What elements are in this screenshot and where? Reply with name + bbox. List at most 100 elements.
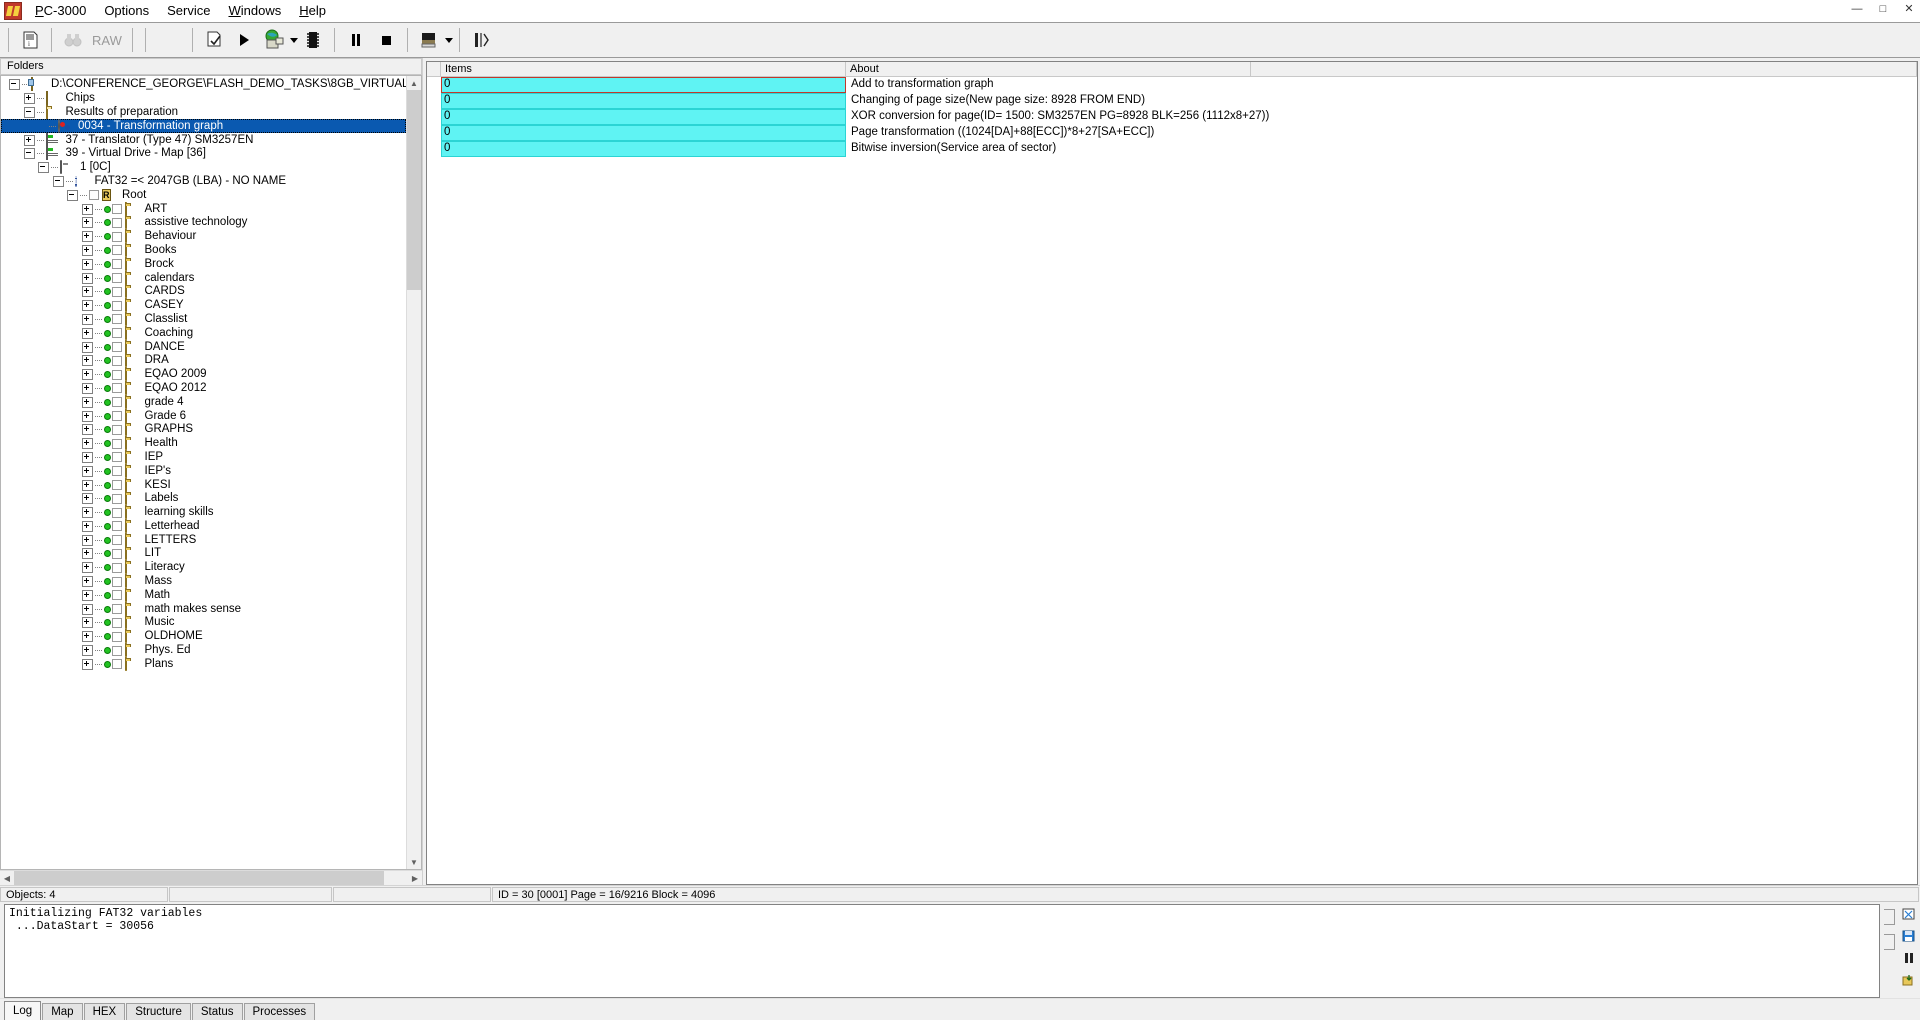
tree-hscroll-left-icon[interactable]: ◀ <box>0 871 14 885</box>
globe-drive-icon[interactable] <box>259 26 289 54</box>
expand-plus-icon[interactable] <box>82 411 93 422</box>
tree-item[interactable]: Brock <box>1 257 406 271</box>
tree-item[interactable]: Math <box>1 588 406 602</box>
tree-item-checkbox[interactable] <box>112 508 122 518</box>
tree-hscroll-thumb[interactable] <box>14 871 384 885</box>
sector-view-icon[interactable] <box>466 26 496 54</box>
expand-plus-icon[interactable] <box>82 617 93 628</box>
tree-item[interactable]: IEP <box>1 451 406 465</box>
column-header-about[interactable]: About <box>846 62 1251 77</box>
tree-item[interactable]: EQAO 2012 <box>1 382 406 396</box>
tree-item[interactable]: learning skills <box>1 506 406 520</box>
expand-plus-icon[interactable] <box>82 342 93 353</box>
cell-items-value[interactable]: 0 <box>441 141 846 157</box>
expand-plus-icon[interactable] <box>82 535 93 546</box>
expand-plus-icon[interactable] <box>82 493 93 504</box>
tree-item-checkbox[interactable] <box>112 342 122 352</box>
expand-plus-icon[interactable] <box>82 604 93 615</box>
tree-item[interactable]: math makes sense <box>1 602 406 616</box>
expand-plus-icon[interactable] <box>82 438 93 449</box>
expand-plus-icon[interactable] <box>82 245 93 256</box>
tree-item-checkbox[interactable] <box>112 535 122 545</box>
expand-plus-icon[interactable] <box>82 204 93 215</box>
tree-item-checkbox[interactable] <box>112 466 122 476</box>
tree-item[interactable]: Classlist <box>1 313 406 327</box>
tree-item-checkbox[interactable] <box>112 273 122 283</box>
expand-plus-icon[interactable] <box>82 507 93 518</box>
tree-item-checkbox[interactable] <box>112 328 122 338</box>
tree-item-selected[interactable]: 0034 - Transformation graph <box>1 119 406 133</box>
collapse-minus-icon[interactable] <box>9 79 20 90</box>
expand-plus-icon[interactable] <box>82 328 93 339</box>
tree-item[interactable]: Letterhead <box>1 520 406 534</box>
expand-plus-icon[interactable] <box>82 590 93 601</box>
tree-item-checkbox[interactable] <box>112 521 122 531</box>
tree-item[interactable]: Literacy <box>1 561 406 575</box>
stop-icon[interactable] <box>371 26 401 54</box>
collapse-minus-icon[interactable] <box>67 190 78 201</box>
tree-item-checkbox[interactable] <box>112 632 122 642</box>
expand-plus-icon[interactable] <box>82 369 93 380</box>
tree-item-checkbox[interactable] <box>112 204 122 214</box>
tree-item[interactable]: Chips <box>1 92 406 106</box>
pause-icon[interactable] <box>341 26 371 54</box>
cell-items-value[interactable]: 0 <box>441 93 846 109</box>
tree-item-checkbox[interactable] <box>112 590 122 600</box>
tree-item-checkbox[interactable] <box>112 659 122 669</box>
collapse-minus-icon[interactable] <box>53 176 64 187</box>
expand-plus-icon[interactable] <box>82 314 93 325</box>
tree-item[interactable]: DANCE <box>1 340 406 354</box>
maximize-icon[interactable]: □ <box>1876 2 1890 16</box>
tree-item-checkbox[interactable] <box>112 287 122 297</box>
tree-item[interactable]: RRoot <box>1 188 406 202</box>
tree-item-checkbox[interactable] <box>112 301 122 311</box>
tree-item[interactable]: LIT <box>1 547 406 561</box>
minimize-icon[interactable]: — <box>1850 2 1864 16</box>
tree-item[interactable]: GRAPHS <box>1 423 406 437</box>
table-row[interactable]: 0XOR conversion for page(ID= 1500: SM325… <box>427 109 1917 125</box>
table-row[interactable]: 0Page transformation ((1024[DA]+88[ECC])… <box>427 125 1917 141</box>
tree-item-checkbox[interactable] <box>112 452 122 462</box>
tree-scroll-thumb[interactable] <box>407 90 421 290</box>
expand-plus-icon[interactable] <box>82 480 93 491</box>
tree-horizontal-scrollbar[interactable]: ◀ ▶ <box>0 870 422 885</box>
tree-scroll-track[interactable] <box>407 290 421 855</box>
tree-item-checkbox[interactable] <box>112 604 122 614</box>
log-output[interactable]: Initializing FAT32 variables ...DataStar… <box>4 904 1880 998</box>
column-header-items[interactable]: Items <box>441 62 846 77</box>
tree-vertical-scrollbar[interactable]: ▲ ▼ <box>406 76 421 869</box>
document-info-icon[interactable]: i <box>15 26 45 54</box>
column-header-gutter[interactable] <box>427 62 441 77</box>
expand-plus-icon[interactable] <box>82 286 93 297</box>
cell-items-value[interactable]: 0 <box>441 77 846 93</box>
tree-item[interactable]: CARDS <box>1 285 406 299</box>
expand-plus-icon[interactable] <box>24 135 35 146</box>
tree-item-checkbox[interactable] <box>112 425 122 435</box>
tree-item-checkbox[interactable] <box>112 314 122 324</box>
folders-tree[interactable]: D:\CONFERENCE_GEORGE\FLASH_DEMO_TASKS\8G… <box>1 76 406 869</box>
tree-scroll-down-icon[interactable]: ▼ <box>407 855 421 869</box>
tree-item-checkbox[interactable] <box>112 480 122 490</box>
log-export-icon[interactable] <box>1901 973 1917 988</box>
tree-item-checkbox[interactable] <box>112 356 122 366</box>
menu-item-options[interactable]: Options <box>95 1 158 21</box>
tree-item-checkbox[interactable] <box>112 494 122 504</box>
tab-structure[interactable]: Structure <box>126 1003 191 1020</box>
expand-plus-icon[interactable] <box>82 548 93 559</box>
expand-plus-icon[interactable] <box>82 231 93 242</box>
tree-item-checkbox[interactable] <box>112 411 122 421</box>
tree-item[interactable]: Grade 6 <box>1 409 406 423</box>
tab-log[interactable]: Log <box>4 1001 41 1020</box>
menu-item-help[interactable]: Help <box>290 1 335 21</box>
tree-item-checkbox[interactable] <box>112 218 122 228</box>
tree-item-checkbox[interactable] <box>112 370 122 380</box>
expand-plus-icon[interactable] <box>82 259 93 270</box>
expand-plus-icon[interactable] <box>82 521 93 532</box>
tree-item[interactable]: 37 - Translator (Type 47) SM3257EN <box>1 133 406 147</box>
expand-plus-icon[interactable] <box>82 452 93 463</box>
table-row[interactable]: 0Add to transformation graph <box>427 77 1917 93</box>
expand-plus-icon[interactable] <box>82 397 93 408</box>
column-header-extra[interactable] <box>1251 62 1917 77</box>
tree-item-checkbox[interactable] <box>112 618 122 628</box>
expand-plus-icon[interactable] <box>24 93 35 104</box>
